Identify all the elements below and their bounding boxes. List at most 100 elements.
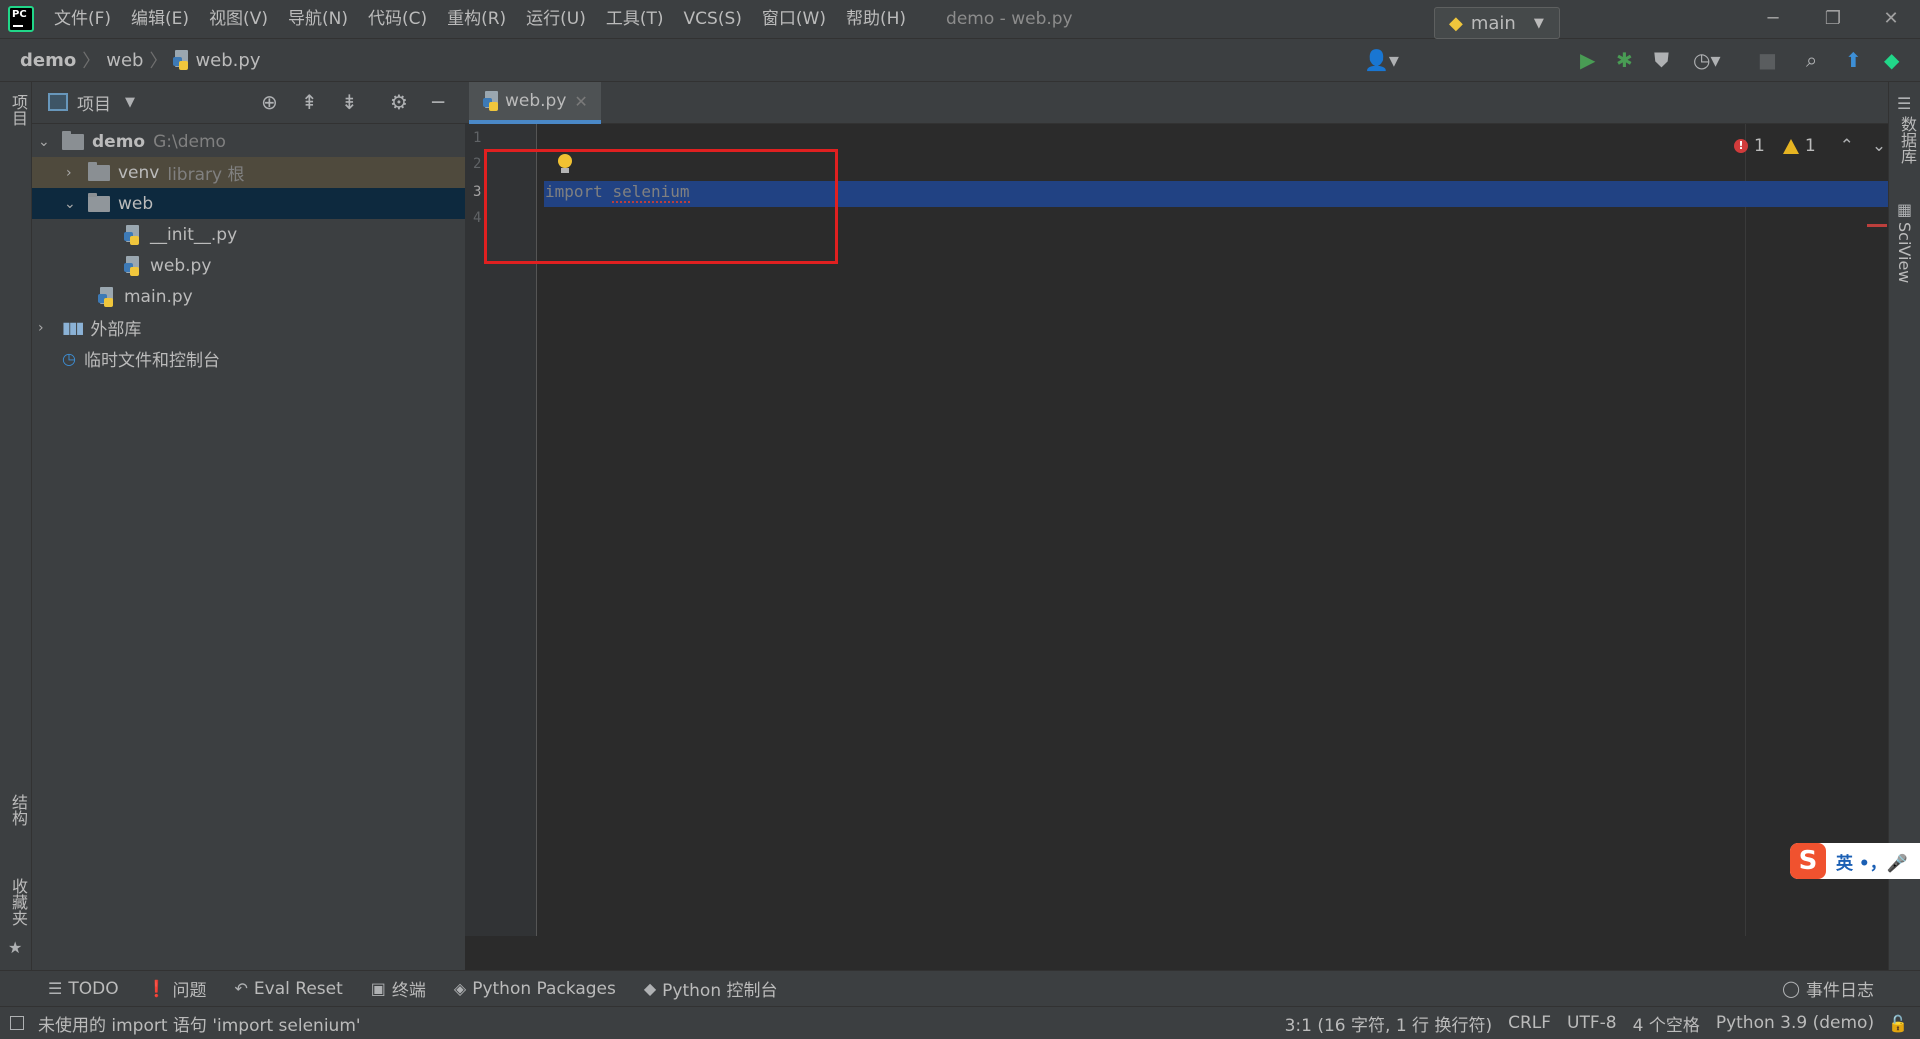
problems-icon: ❗: [146, 979, 167, 998]
warning-icon: [1782, 138, 1799, 154]
tree-item-path: G:\demo: [153, 131, 226, 152]
tree-item-demo[interactable]: ⌄ demo G:\demo: [32, 126, 465, 157]
python-interpreter[interactable]: Python 3.9 (demo): [1716, 1013, 1874, 1033]
sciview-tool-button[interactable]: SciView: [1895, 222, 1914, 283]
menu-window[interactable]: 窗口(W): [752, 0, 836, 38]
annotation-highlight-box: [484, 149, 838, 264]
breadcrumb-separator-icon: 〉: [82, 51, 101, 72]
toggle-tool-windows-icon[interactable]: [10, 1016, 24, 1030]
terminal-button[interactable]: ▣ 终端: [371, 976, 426, 1001]
tab-web-py[interactable]: web.py ✕: [469, 82, 601, 124]
status-message[interactable]: 未使用的 import 语句 'import selenium': [38, 1011, 361, 1036]
tree-item-webpy[interactable]: web.py: [32, 250, 465, 281]
indent-setting[interactable]: 4 个空格: [1633, 1011, 1700, 1036]
menu-navigate[interactable]: 导航(N): [278, 0, 358, 38]
run-config-selector[interactable]: ◆ main ▼: [1434, 7, 1560, 39]
breadcrumb-folder[interactable]: web: [100, 50, 149, 71]
expand-all-icon[interactable]: ⇞: [301, 92, 318, 112]
update-icon[interactable]: ⬆: [1845, 50, 1862, 70]
menu-code[interactable]: 代码(C): [358, 0, 437, 38]
plugin-icon[interactable]: ◆: [1884, 50, 1899, 70]
file-encoding[interactable]: UTF-8: [1567, 1013, 1617, 1033]
chevron-up-icon[interactable]: ⌃: [1840, 136, 1854, 156]
project-view-icon: [48, 93, 68, 111]
inspection-widget[interactable]: ! 1 1 ⌃ ⌄: [1734, 136, 1886, 156]
restore-icon[interactable]: ❐: [1808, 0, 1858, 38]
line-number: 4: [473, 210, 482, 226]
status-bar: 未使用的 import 语句 'import selenium' 3:1 (16…: [0, 1006, 1920, 1039]
stop-icon[interactable]: ■: [1758, 50, 1777, 70]
coverage-icon[interactable]: ⛊: [1654, 50, 1669, 70]
chevron-down-icon[interactable]: ⌄: [64, 196, 76, 212]
library-icon: ▮▮▮: [62, 318, 84, 337]
reset-icon: ↶: [234, 979, 248, 998]
close-window-icon[interactable]: ✕: [1866, 0, 1916, 38]
line-number: 2: [473, 156, 482, 172]
hide-panel-icon[interactable]: ─: [432, 92, 444, 112]
breadcrumb-project[interactable]: demo: [0, 50, 82, 71]
run-icon[interactable]: ▶: [1580, 50, 1595, 70]
python-console-button[interactable]: ◆ Python 控制台: [644, 976, 778, 1001]
chevron-down-icon[interactable]: ⌄: [38, 134, 50, 150]
project-tool-button[interactable]: 项目: [6, 94, 30, 126]
eval-reset-button[interactable]: ↶ Eval Reset: [235, 979, 343, 999]
structure-tool-button[interactable]: 结构: [6, 794, 30, 826]
menu-run[interactable]: 运行(U): [516, 0, 596, 38]
tree-item-suffix: library 根: [167, 165, 245, 185]
chevron-right-icon[interactable]: ›: [66, 165, 72, 181]
gear-icon[interactable]: ⚙: [390, 92, 408, 112]
menu-tools[interactable]: 工具(T): [596, 0, 674, 38]
tree-item-venv[interactable]: › venv library 根: [32, 157, 465, 188]
menu-vcs[interactable]: VCS(S): [674, 0, 752, 38]
error-count: 1: [1754, 136, 1765, 156]
account-icon[interactable]: 👤▾: [1364, 50, 1399, 70]
tree-item-scratches[interactable]: ◷ 临时文件和控制台: [32, 343, 465, 374]
python-packages-label: Python Packages: [472, 978, 616, 999]
debug-icon[interactable]: ✱: [1616, 50, 1633, 70]
error-icon: !: [1734, 139, 1748, 153]
tree-item-external-libraries[interactable]: › ▮▮▮ 外部库: [32, 312, 465, 343]
collapse-all-icon[interactable]: ⇟: [341, 92, 358, 112]
todo-button[interactable]: ☰ TODO: [48, 979, 119, 999]
caret-position[interactable]: 3:1 (16 字符, 1 行 换行符): [1285, 1011, 1493, 1036]
tree-item-main[interactable]: main.py: [32, 281, 465, 312]
tool-window-bar: ☰ TODO ❗ 问题 ↶ Eval Reset ▣ 终端 ◈ Python Packag…: [0, 970, 1920, 1006]
profile-icon[interactable]: ◷▾: [1693, 50, 1721, 70]
menu-refactor[interactable]: 重构(R): [437, 0, 516, 38]
menu-help[interactable]: 帮助(H): [836, 0, 916, 38]
tree-item-label: demo: [92, 131, 146, 152]
todo-label: TODO: [68, 978, 119, 999]
menu-view[interactable]: 视图(V): [199, 0, 278, 38]
tree-item-label: web: [118, 193, 154, 214]
chevron-right-icon[interactable]: ›: [38, 320, 44, 336]
window-title: demo - web.py: [946, 9, 1073, 29]
breadcrumb-file[interactable]: web.py: [167, 50, 266, 71]
ime-indicator[interactable]: S 英 •，🎤: [1790, 843, 1920, 879]
lock-icon[interactable]: 🔓: [1888, 1014, 1908, 1033]
search-icon[interactable]: ⌕: [1806, 50, 1817, 70]
error-stripe-marker[interactable]: [1867, 224, 1887, 227]
close-icon[interactable]: ✕: [574, 92, 587, 111]
python-file-icon: [124, 255, 142, 276]
python-file-icon: [124, 224, 142, 245]
menu-edit[interactable]: 编辑(E): [121, 0, 199, 38]
tree-item-web[interactable]: ⌄ web: [32, 188, 465, 219]
event-log-button[interactable]: ◯ 事件日志: [1782, 976, 1874, 1001]
minimize-icon[interactable]: ─: [1748, 0, 1798, 38]
tree-item-init[interactable]: __init__.py: [32, 219, 465, 250]
terminal-icon: ▣: [370, 979, 386, 998]
chevron-down-icon[interactable]: ⌄: [1872, 136, 1886, 156]
python-packages-button[interactable]: ◈ Python Packages: [454, 979, 616, 999]
python-file-icon: [173, 50, 191, 70]
favorites-tool-button[interactable]: 收藏夹: [6, 878, 30, 926]
line-separator[interactable]: CRLF: [1508, 1013, 1551, 1033]
problems-button[interactable]: ❗ 问题: [147, 976, 207, 1001]
locate-icon[interactable]: ⊕: [261, 92, 278, 112]
database-tool-button[interactable]: 数据库: [1895, 116, 1919, 164]
chevron-down-icon[interactable]: ▼: [125, 95, 135, 110]
project-panel-title[interactable]: 项目: [77, 90, 111, 115]
menu-file[interactable]: 文件(F): [44, 0, 121, 38]
python-file-icon: [98, 286, 116, 307]
sciview-icon: ▦: [1897, 200, 1913, 219]
database-icon: ☰: [1897, 94, 1912, 113]
